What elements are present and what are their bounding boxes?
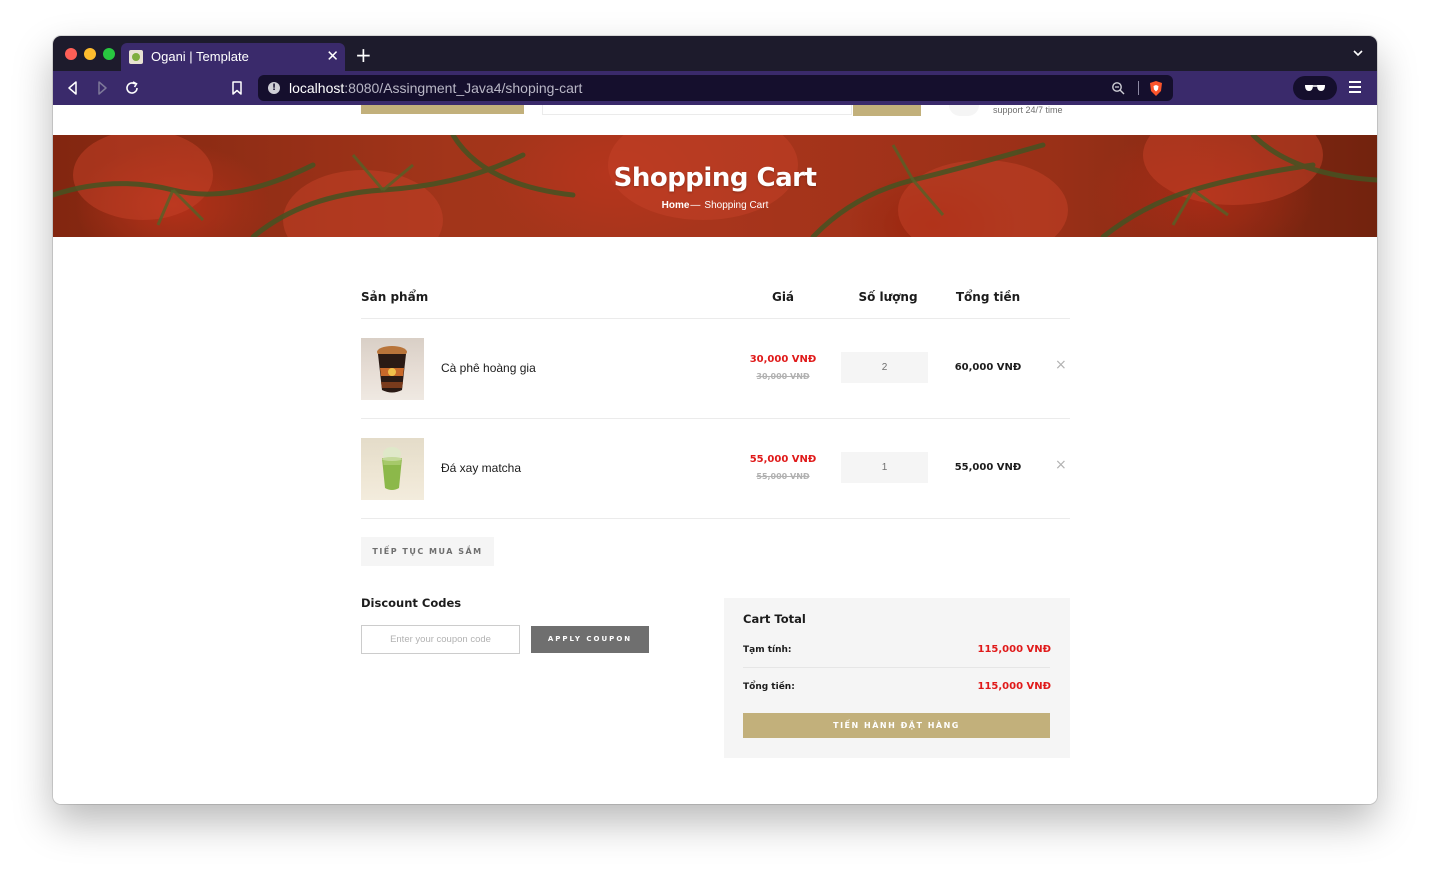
- reload-icon[interactable]: [124, 80, 140, 96]
- total-value: 115,000 VNĐ: [977, 681, 1051, 692]
- browser-window: Ogani | Template ✕ + ! localhost:8080/As…: [53, 36, 1377, 804]
- header-search-button[interactable]: [853, 105, 921, 116]
- column-header-price: Giá: [771, 290, 795, 304]
- header-search-input[interactable]: [542, 105, 852, 115]
- zoom-window-button[interactable]: [103, 48, 115, 60]
- navigation-bar: ! localhost:8080/Assingment_Java4/shopin…: [53, 71, 1377, 105]
- cart-total-divider: [743, 667, 1050, 668]
- breadcrumb-current: Shopping Cart: [704, 200, 769, 211]
- breadcrumb: Home— Shopping Cart: [53, 200, 1377, 211]
- column-header-product: Sản phẩm: [361, 290, 429, 304]
- breadcrumb-separator: —: [690, 200, 701, 211]
- menu-icon[interactable]: [1349, 81, 1361, 95]
- url-text: localhost:8080/Assingment_Java4/shoping-…: [289, 80, 583, 96]
- cart-total-panel: Cart Total Tạm tính: 115,000 VNĐ Tổng ti…: [724, 598, 1070, 758]
- product-image: [361, 438, 424, 500]
- tab-list-chevron-icon[interactable]: [1353, 48, 1363, 58]
- close-window-button[interactable]: [65, 48, 77, 60]
- subtotal-value: 115,000 VNĐ: [977, 644, 1051, 655]
- breadcrumb-home-link[interactable]: Home: [662, 200, 690, 211]
- address-bar[interactable]: ! localhost:8080/Assingment_Java4/shopin…: [258, 75, 1173, 101]
- original-price: 55,000 VNĐ: [756, 472, 810, 481]
- checkout-button[interactable]: TIẾN HÀNH ĐẶT HÀNG: [743, 713, 1050, 738]
- remove-item-icon[interactable]: ×: [1055, 457, 1067, 473]
- quantity-input[interactable]: 1: [841, 452, 928, 483]
- remove-item-icon[interactable]: ×: [1055, 357, 1067, 373]
- minimize-window-button[interactable]: [84, 48, 96, 60]
- row-divider: [361, 518, 1070, 519]
- line-total: 60,000 VNĐ: [954, 362, 1022, 373]
- phone-icon: [949, 105, 979, 116]
- column-header-quantity: Số lượng: [858, 290, 918, 304]
- bookmark-icon[interactable]: [229, 80, 245, 96]
- cart-row: Đá xay matcha 55,000 VNĐ 55,000 VNĐ 1 55…: [361, 419, 1070, 519]
- support-text: support 24/7 time: [993, 105, 1063, 115]
- continue-shopping-button[interactable]: TIẾP TỤC MUA SẮM: [361, 537, 494, 566]
- browser-tab[interactable]: Ogani | Template ✕: [121, 43, 345, 71]
- glasses-icon: [1305, 85, 1325, 91]
- back-icon[interactable]: [65, 80, 81, 96]
- favicon-icon: [129, 50, 143, 64]
- cart-row: Cà phê hoàng gia 30,000 VNĐ 30,000 VNĐ 2…: [361, 319, 1070, 419]
- discount-title: Discount Codes: [361, 596, 462, 610]
- tab-bar: Ogani | Template ✕ +: [53, 36, 1377, 71]
- sale-price: 55,000 VNĐ: [749, 454, 817, 465]
- zoom-icon[interactable]: [1111, 81, 1125, 95]
- address-bar-divider: [1138, 81, 1139, 95]
- coffee-cup-icon: [377, 346, 407, 393]
- line-total: 55,000 VNĐ: [954, 462, 1022, 473]
- apply-coupon-button[interactable]: APPLY COUPON: [531, 626, 649, 653]
- quantity-input[interactable]: 2: [841, 352, 928, 383]
- site-info-icon[interactable]: !: [268, 82, 280, 94]
- subtotal-label: Tạm tính:: [743, 645, 792, 655]
- brave-shield-icon[interactable]: [1148, 80, 1164, 97]
- coupon-input[interactable]: [361, 625, 520, 654]
- all-departments-button[interactable]: [361, 105, 524, 114]
- breadcrumb-banner: Shopping Cart Home— Shopping Cart: [53, 135, 1377, 237]
- new-tab-icon[interactable]: +: [355, 43, 372, 67]
- tab-title: Ogani | Template: [151, 49, 249, 64]
- sale-price: 30,000 VNĐ: [749, 354, 817, 365]
- product-name[interactable]: Đá xay matcha: [441, 461, 521, 475]
- matcha-cup-icon: [382, 447, 402, 490]
- total-label: Tổng tiền:: [743, 682, 795, 692]
- product-image: [361, 338, 424, 400]
- page-title: Shopping Cart: [613, 163, 817, 193]
- tab-close-icon[interactable]: ✕: [326, 47, 339, 65]
- forward-icon[interactable]: [94, 80, 110, 96]
- page-content: support 24/7 time Shopping Cart Home— Sh…: [53, 105, 1377, 804]
- product-name[interactable]: Cà phê hoàng gia: [441, 361, 536, 375]
- reader-mode-button[interactable]: [1293, 76, 1337, 100]
- original-price: 30,000 VNĐ: [756, 372, 810, 381]
- cart-total-title: Cart Total: [743, 612, 806, 626]
- column-header-total: Tổng tiền: [955, 290, 1021, 304]
